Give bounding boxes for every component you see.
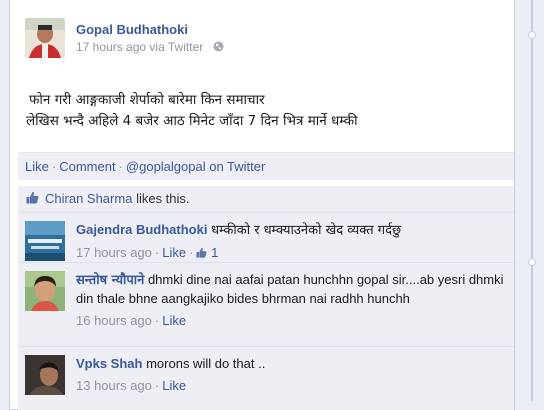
commenter-name[interactable]: Vpks Shah: [76, 356, 142, 371]
twitter-link[interactable]: @goplalgopal on Twitter: [126, 159, 265, 174]
post-text: फोन गरी आङ्गकाजी शेर्पाको बारेमा किन समा…: [26, 90, 506, 132]
comment-text: धम्कीको र धम्क्याउनेको खेद व्यक्त गर्दछु: [211, 223, 402, 238]
separator-dot: ·: [154, 313, 160, 328]
post-time[interactable]: 17 hours ago: [76, 40, 146, 54]
separator-dot: ·: [189, 245, 194, 260]
comment-item: सन्तोष न्यौपाने dhmki dine nai aafai pat…: [18, 262, 514, 346]
author-name[interactable]: Gopal Budhathoki: [76, 22, 188, 37]
separator-dot: ·: [154, 378, 160, 393]
comment-meta: 13 hours ago · Like: [76, 377, 506, 395]
comment-like-button[interactable]: Like: [162, 378, 186, 393]
separator-dot: ·: [51, 159, 57, 174]
comment-like-button[interactable]: Like: [162, 313, 186, 328]
like-button[interactable]: Like: [25, 159, 49, 174]
comment-item: Gajendra Budhathoki धम्कीको र धम्क्याउने…: [18, 212, 514, 262]
post-text-line: लेखिस भन्दै अहिले 4 बजेर आठ मिनेट जाँदा …: [26, 113, 358, 129]
post-meta: 17 hours ago via Twitter: [76, 40, 224, 55]
comment-body: सन्तोष न्यौपाने dhmki dine nai aafai pat…: [76, 271, 506, 330]
comment-meta: 17 hours ago · Like · 1: [76, 244, 506, 263]
comment-body: Gajendra Budhathoki धम्कीको र धम्क्याउने…: [76, 221, 506, 263]
thumbs-up-icon: [196, 245, 207, 263]
separator-dot: ·: [118, 159, 123, 174]
commenter-avatar[interactable]: [25, 271, 65, 311]
post-actions: Like · Comment · @goplalgopal on Twitter: [18, 152, 514, 180]
comment-time[interactable]: 13 hours ago: [76, 378, 152, 393]
liker-name[interactable]: Chiran Sharma: [45, 191, 132, 206]
timeline-dot: [528, 31, 536, 39]
timeline-dot: [528, 258, 536, 266]
likes-suffix: likes this.: [136, 191, 190, 206]
commenter-name[interactable]: सन्तोष न्यौपाने: [76, 273, 144, 288]
comment-like-count[interactable]: 1: [211, 245, 218, 260]
comment-meta: 16 hours ago · Like: [76, 312, 506, 330]
comment-text: morons will do that ..: [146, 356, 266, 371]
likes-summary: Chiran Sharma likes this.: [18, 186, 514, 212]
post-text-line: फोन गरी आङ्गकाजी शेर्पाको बारेमा किन समा…: [29, 92, 265, 108]
post-source[interactable]: via Twitter: [149, 40, 203, 54]
author-avatar[interactable]: [25, 18, 65, 58]
separator-dot: ·: [154, 245, 160, 260]
timeline-line: [531, 0, 533, 401]
comment-time[interactable]: 16 hours ago: [76, 313, 152, 328]
commenter-avatar[interactable]: [25, 355, 65, 395]
comment-item: Vpks Shah morons will do that .. 13 hour…: [18, 346, 514, 410]
comment-body: Vpks Shah morons will do that .. 13 hour…: [76, 355, 506, 395]
comment-time[interactable]: 17 hours ago: [76, 245, 152, 260]
commenter-avatar[interactable]: [25, 221, 65, 261]
thumbs-up-icon: [26, 187, 39, 213]
commenter-name[interactable]: Gajendra Budhathoki: [76, 222, 207, 237]
comment-button[interactable]: Comment: [59, 159, 115, 174]
comment-like-button[interactable]: Like: [162, 245, 186, 260]
post-card: Gopal Budhathoki 17 hours ago via Twitte…: [9, 0, 515, 410]
globe-icon: [213, 41, 224, 55]
